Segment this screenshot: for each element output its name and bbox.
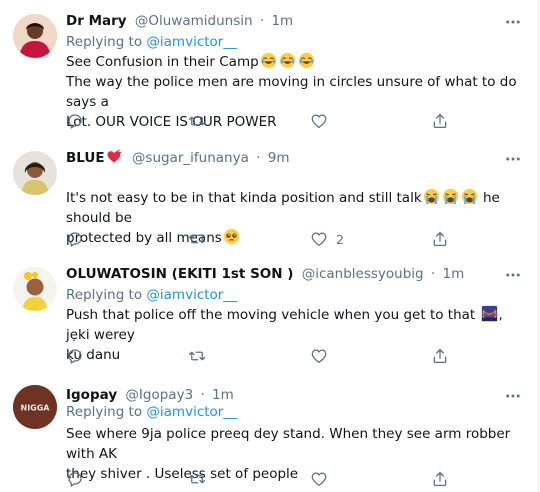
display-name[interactable]: Dr Mary [66,13,127,29]
tweet-actions [0,347,538,367]
tweet-header: OLUWATOSIN (EKITI 1st SON ) @icanblessyo… [66,264,498,284]
avatar[interactable]: NIGGA [13,385,57,429]
share-icon [433,113,447,129]
share-button[interactable] [431,112,449,132]
tweet-dr-mary[interactable]: Dr Mary @Oluwamidunsin · 1m Replying to … [0,0,538,138]
avatar[interactable] [13,151,57,195]
mention-link[interactable]: @iamvictor__ [146,287,236,303]
retweet-button[interactable] [188,112,206,132]
separator-dot: · [259,13,265,29]
user-handle[interactable]: @sugar_ifunanya [132,150,249,166]
share-icon [433,231,447,247]
share-icon [433,471,447,487]
reply-icon [68,232,82,247]
heartbeat-emoji [106,149,123,166]
reply-feed: Dr Mary @Oluwamidunsin · 1m Replying to … [0,0,539,492]
tweet-line: See Confusion in their Camp [66,52,518,72]
timestamp[interactable]: 1m [212,387,234,403]
text-segment: It's not easy to be in that kinda positi… [66,190,422,206]
reply-button[interactable] [66,112,84,132]
reply-icon [68,472,82,487]
tweet-blue[interactable]: BLUE @sugar_ifunanya · 9m It's not easy … [0,137,538,254]
more-icon[interactable] [504,266,522,284]
tweet-oluwatosin[interactable]: OLUWATOSIN (EKITI 1st SON ) @icanblessyo… [0,253,538,371]
tweet-line: It's not easy to be in that kinda positi… [66,188,518,228]
like-button[interactable] [310,347,336,367]
share-button[interactable] [431,347,449,367]
reply-button[interactable] [66,230,84,250]
share-button[interactable] [431,230,449,250]
retweet-button[interactable] [188,230,206,250]
replying-prefix: Replying to [66,404,143,420]
retweet-button[interactable] [188,347,206,367]
tweet-line: See where 9ja police preeq dey stand. Wh… [66,426,511,462]
tweet-header: BLUE @sugar_ifunanya · 9m [66,148,498,168]
reply-icon [68,114,82,129]
joy-emoji [298,52,315,69]
bridge-at-night-emoji [481,305,498,322]
display-name-text: BLUE [66,150,105,166]
replying-to: Replying to @iamvictor__ [66,402,237,422]
separator-dot: · [430,266,436,282]
replying-to: Replying to @iamvictor__ [66,285,237,305]
tweet-actions [0,470,538,490]
share-icon [433,348,447,364]
user-handle[interactable]: @icanblessyoubig [302,266,424,282]
tweet-header: Dr Mary @Oluwamidunsin · 1m [66,11,498,31]
separator-dot: · [256,150,261,166]
display-name[interactable]: Igopay [66,387,117,403]
like-button[interactable] [310,112,336,132]
joy-emoji [279,52,296,69]
avatar[interactable] [13,267,57,311]
more-icon[interactable] [504,387,522,405]
mention-link[interactable]: @iamvictor__ [146,34,236,50]
like-icon [311,472,327,487]
reply-button[interactable] [66,347,84,367]
tweet-igopay[interactable]: NIGGA Igopay @Igopay3 · 1m Replying to @… [0,370,538,492]
tweet-line: The way the police men are moving in cir… [66,74,517,110]
retweet-button[interactable] [188,470,206,490]
more-icon[interactable] [504,13,522,31]
text-segment: Push that police off the moving vehicle … [66,307,476,323]
avatar[interactable] [13,14,57,58]
timestamp[interactable]: 9m [268,150,290,166]
like-button[interactable]: 2 [310,230,344,250]
joy-emoji [260,52,277,69]
reply-button[interactable] [66,470,84,490]
user-handle[interactable]: @Igopay3 [125,387,193,403]
display-name[interactable]: OLUWATOSIN (EKITI 1st SON ) [66,266,293,282]
tweet-line: Push that police off the moving vehicle … [66,305,518,345]
like-count: 2 [336,232,344,247]
mention-link[interactable]: @iamvictor__ [146,404,236,420]
retweet-icon [188,474,206,484]
like-button[interactable] [310,470,336,490]
crying-emoji [461,188,478,205]
replying-to: Replying to @iamvictor__ [66,32,237,52]
timestamp[interactable]: 1m [271,13,293,29]
like-icon [311,349,327,364]
user-handle[interactable]: @Oluwamidunsin [135,13,253,29]
retweet-icon [188,351,206,361]
replying-prefix: Replying to [66,34,143,50]
avatar-text: NIGGA [21,404,51,413]
retweet-icon [188,234,206,244]
replying-prefix: Replying to [66,287,143,303]
more-icon[interactable] [504,150,522,168]
crying-emoji [442,188,459,205]
display-name[interactable]: BLUE [66,149,124,166]
like-icon [311,114,327,129]
reply-icon [68,349,82,364]
share-button[interactable] [431,470,449,490]
like-icon [311,232,327,247]
tweet-actions [0,112,538,132]
retweet-icon [188,116,206,126]
tweet-actions: 2 [0,230,538,250]
separator-dot: · [200,387,205,403]
text-segment: See Confusion in their Camp [66,54,259,70]
timestamp[interactable]: 1m [443,266,465,282]
crying-emoji [423,188,440,205]
